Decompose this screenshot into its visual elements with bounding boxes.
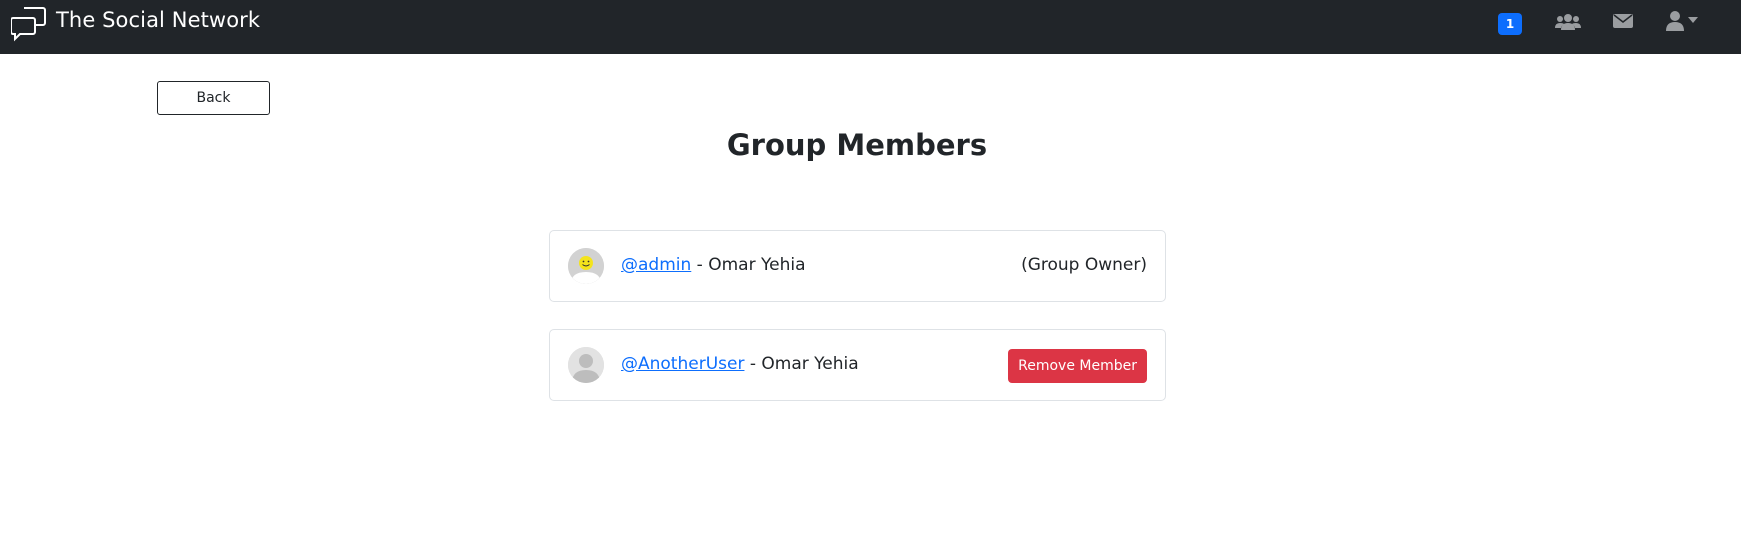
member-separator: - xyxy=(744,354,762,374)
brand-name: The Social Network xyxy=(56,8,261,32)
users-icon[interactable] xyxy=(1555,12,1581,32)
member-username-link[interactable]: @admin xyxy=(621,255,691,275)
member-full-name: Omar Yehia xyxy=(761,354,859,374)
default-user-avatar-icon xyxy=(568,347,604,383)
member-info: @admin - Omar Yehia xyxy=(621,255,806,275)
member-username-link[interactable]: @AnotherUser xyxy=(621,354,744,374)
member-avatar[interactable] xyxy=(568,248,604,284)
member-separator: - xyxy=(691,255,709,275)
envelope-icon[interactable] xyxy=(1613,13,1633,29)
page-title: Group Members xyxy=(726,128,988,162)
caret-down-icon xyxy=(1688,17,1698,23)
group-owner-label: (Group Owner) xyxy=(1021,255,1147,275)
brand[interactable]: The Social Network xyxy=(11,6,260,42)
top-navbar: The Social Network 1 xyxy=(0,0,1741,54)
member-avatar[interactable] xyxy=(568,347,604,383)
member-card: @admin - Omar Yehia (Group Owner) xyxy=(549,230,1166,302)
smiley-avatar-icon xyxy=(568,248,604,284)
chat-bubbles-icon xyxy=(11,7,46,42)
member-card: @AnotherUser - Omar Yehia Remove Member xyxy=(549,329,1166,401)
notification-badge[interactable]: 1 xyxy=(1498,13,1522,35)
back-button[interactable]: Back xyxy=(157,81,270,115)
remove-member-button[interactable]: Remove Member xyxy=(1008,349,1147,383)
user-menu-toggle[interactable] xyxy=(1666,11,1698,31)
member-full-name: Omar Yehia xyxy=(708,255,806,275)
member-info: @AnotherUser - Omar Yehia xyxy=(621,354,859,374)
user-icon xyxy=(1666,11,1684,31)
